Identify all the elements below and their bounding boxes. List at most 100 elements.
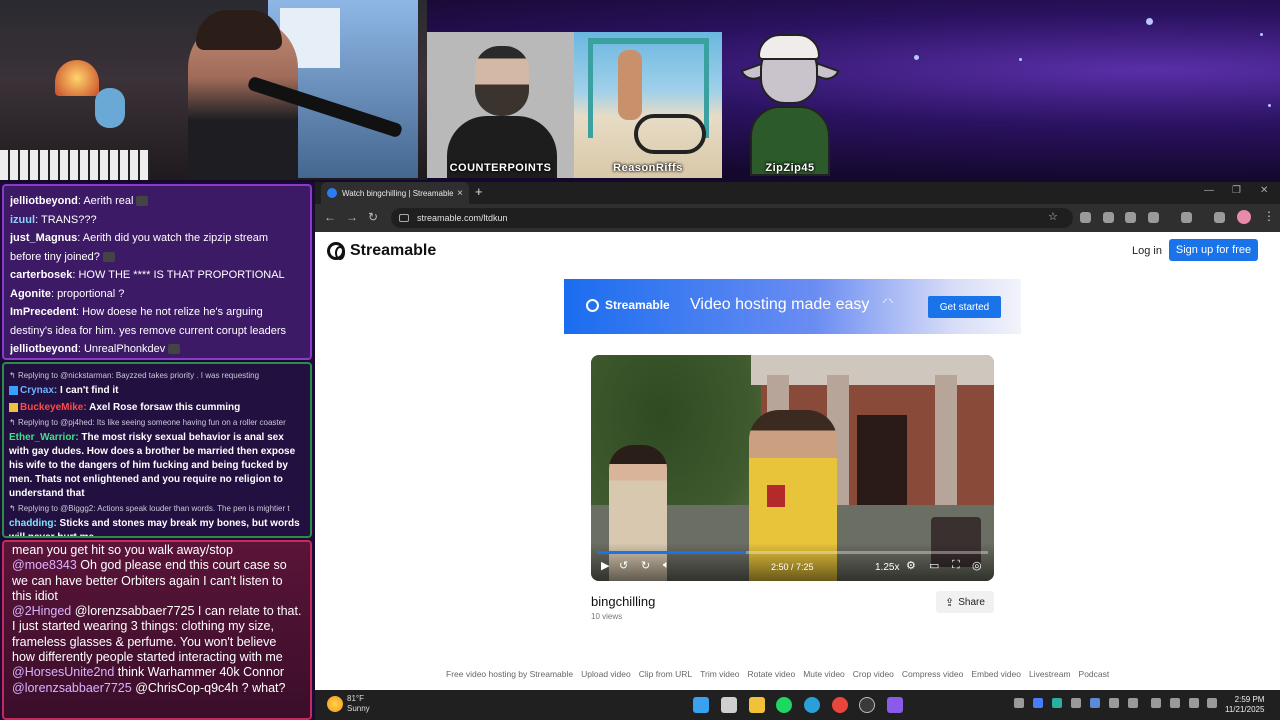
close-tab-icon[interactable]: × bbox=[457, 188, 463, 199]
footer-link[interactable]: Crop video bbox=[853, 669, 894, 679]
sun-icon bbox=[327, 696, 343, 712]
tray-app-icon[interactable] bbox=[1071, 698, 1081, 708]
play-icon[interactable]: ▶ bbox=[601, 559, 609, 572]
kebab-menu-icon[interactable]: ⋮ bbox=[1263, 209, 1275, 223]
cast-icon[interactable] bbox=[1181, 212, 1192, 223]
footer-link[interactable]: Clip from URL bbox=[639, 669, 692, 679]
promo-banner[interactable]: Streamable Video hosting made easy ⸝⸜ Ge… bbox=[564, 279, 1021, 334]
back-icon[interactable]: ← bbox=[324, 210, 336, 224]
sparkle-icon: ⸝⸜ bbox=[882, 291, 895, 305]
task-view-icon[interactable] bbox=[721, 697, 737, 713]
tray-app-icon[interactable] bbox=[1052, 698, 1062, 708]
reload-icon[interactable]: ↻ bbox=[368, 210, 378, 224]
forward-icon[interactable]: → bbox=[346, 210, 358, 224]
chat-message: Crynax: I can't find it bbox=[9, 384, 305, 398]
volume-tray-icon[interactable] bbox=[1207, 698, 1217, 708]
fullscreen-icon[interactable]: ⛶ bbox=[952, 559, 960, 572]
extension-icon[interactable] bbox=[1080, 212, 1091, 223]
video-player[interactable]: ▶ ↺ ↻ 🔈︎ 2:50 / 7:25 1.25x ⚙ ▭ ⛶ ◎ bbox=[591, 355, 994, 581]
chat-message: jelliotbeyond: UnrealPhonkdev bbox=[10, 340, 304, 358]
video-time: 2:50 / 7:25 bbox=[771, 562, 814, 572]
footer-link[interactable]: Trim video bbox=[700, 669, 739, 679]
video-progress-bar[interactable] bbox=[597, 551, 988, 554]
browser-tab[interactable]: Watch bingchilling | Streamable × bbox=[321, 182, 469, 204]
settings-gear-icon[interactable]: ⚙ bbox=[906, 559, 916, 572]
file-explorer-icon[interactable] bbox=[749, 697, 765, 713]
tray-app-icon[interactable] bbox=[1033, 698, 1043, 708]
tray-app-icon[interactable] bbox=[1090, 698, 1100, 708]
chrome-icon[interactable] bbox=[832, 697, 848, 713]
streamable-logo-icon bbox=[327, 242, 345, 260]
login-link[interactable]: Log in bbox=[1132, 245, 1162, 257]
banner-tagline: Video hosting made easy bbox=[690, 296, 870, 313]
chat-message: BuckeyeMike: Axel Rose forsaw this cummi… bbox=[9, 401, 305, 415]
spotify-icon[interactable] bbox=[776, 697, 792, 713]
emote-icon bbox=[136, 196, 149, 207]
footer-link[interactable]: Embed video bbox=[971, 669, 1021, 679]
youtube-chat[interactable]: ↰ Replying to @nickstarman: Bayzzed take… bbox=[2, 362, 312, 538]
start-windows-icon[interactable] bbox=[693, 697, 709, 713]
signup-button[interactable]: Sign up for free bbox=[1169, 239, 1258, 261]
chat-message: @lorenzsabbaer7725 @ChrisCop-q9c4h ? wha… bbox=[12, 680, 286, 695]
chat-message: carterbosek: HOW THE **** IS THAT PROPOR… bbox=[10, 269, 285, 281]
guest-name-label: ZipZip45 bbox=[765, 162, 815, 174]
chat-message: Ether_Warrior: The most risky sexual beh… bbox=[9, 432, 296, 499]
maximize-icon[interactable]: ❐ bbox=[1232, 185, 1241, 196]
system-clock[interactable]: 2:59 PM 11/21/2025 bbox=[1225, 695, 1264, 715]
bookmark-star-icon[interactable]: ☆ bbox=[1048, 210, 1058, 223]
streamable-watermark-icon[interactable]: ◎ bbox=[972, 559, 982, 572]
rewind-icon[interactable]: ↺ bbox=[619, 559, 628, 572]
chat-message: Agonite: proportional ? bbox=[10, 287, 125, 300]
star-decoration bbox=[1146, 18, 1153, 25]
extension-icon[interactable] bbox=[1103, 212, 1114, 223]
reading-list-icon[interactable] bbox=[1214, 212, 1225, 223]
playback-speed[interactable]: 1.25x bbox=[875, 562, 899, 573]
picture-in-picture-icon[interactable]: ▭ bbox=[929, 559, 939, 572]
guest-tile-counterpoints: COUNTERPOINTS bbox=[427, 32, 574, 178]
minimize-icon[interactable]: — bbox=[1204, 185, 1214, 196]
member-badge-icon bbox=[9, 402, 18, 412]
app-icon[interactable] bbox=[887, 697, 903, 713]
tray-chevron-icon[interactable] bbox=[1014, 698, 1024, 708]
get-started-button[interactable]: Get started bbox=[928, 296, 1001, 318]
footer-link[interactable]: Mute video bbox=[803, 669, 845, 679]
profile-avatar[interactable] bbox=[1237, 210, 1251, 224]
edge-icon[interactable] bbox=[804, 697, 820, 713]
volume-icon[interactable]: 🔈︎ bbox=[663, 559, 670, 572]
new-tab-button[interactable]: + bbox=[475, 184, 483, 199]
weather-widget[interactable]: 81°F Sunny bbox=[327, 694, 370, 714]
member-badge-icon bbox=[9, 385, 18, 395]
star-decoration bbox=[1260, 33, 1263, 36]
share-button[interactable]: ⇪ Share bbox=[936, 591, 994, 613]
url-input[interactable]: streamable.com/ltdkun bbox=[391, 208, 1073, 228]
footer-link[interactable]: Livestream bbox=[1029, 669, 1071, 679]
tray-app-icon[interactable] bbox=[1109, 698, 1119, 708]
footer-link[interactable]: Compress video bbox=[902, 669, 963, 679]
reply-context: ↰ Replying to @nickstarman: Bayzzed take… bbox=[9, 371, 260, 380]
guest-tile-zipzip: ZipZip45 bbox=[722, 32, 858, 178]
streamable-logo-icon bbox=[586, 298, 599, 312]
reply-context: ↰ Replying to @pj4hed: Its like seeing s… bbox=[9, 418, 286, 427]
footer-link[interactable]: Free video hosting by Streamable bbox=[446, 669, 573, 679]
window-close-icon[interactable]: ✕ bbox=[1260, 185, 1268, 196]
twitch-chat[interactable]: jelliotbeyond: Aerith real izuul: TRANS?… bbox=[2, 184, 312, 360]
wifi-icon[interactable] bbox=[1189, 698, 1199, 708]
tray-app-icon[interactable] bbox=[1151, 698, 1161, 708]
extensions-puzzle-icon[interactable] bbox=[1148, 212, 1159, 223]
kick-chat[interactable]: mean you get hit so you walk away/stop @… bbox=[2, 540, 312, 720]
footer-link[interactable]: Upload video bbox=[581, 669, 631, 679]
footer-link[interactable]: Podcast bbox=[1079, 669, 1110, 679]
streamable-logo[interactable]: Streamable bbox=[327, 242, 436, 260]
star-decoration bbox=[1019, 58, 1022, 61]
tray-app-icon[interactable] bbox=[1128, 698, 1138, 708]
tray-app-icon[interactable] bbox=[1170, 698, 1180, 708]
site-info-icon[interactable] bbox=[399, 214, 409, 222]
footer-link[interactable]: Rotate video bbox=[747, 669, 795, 679]
lamp bbox=[55, 60, 99, 96]
streamable-page: Streamable Log in Sign up for free Strea… bbox=[315, 232, 1280, 690]
extension-icon[interactable] bbox=[1125, 212, 1136, 223]
forward-skip-icon[interactable]: ↻ bbox=[641, 559, 650, 572]
obs-icon[interactable] bbox=[859, 697, 875, 713]
chat-message: @2Hinged @lorenzsabbaer7725 I can relate… bbox=[12, 604, 302, 665]
banner-logo: Streamable bbox=[586, 298, 670, 312]
